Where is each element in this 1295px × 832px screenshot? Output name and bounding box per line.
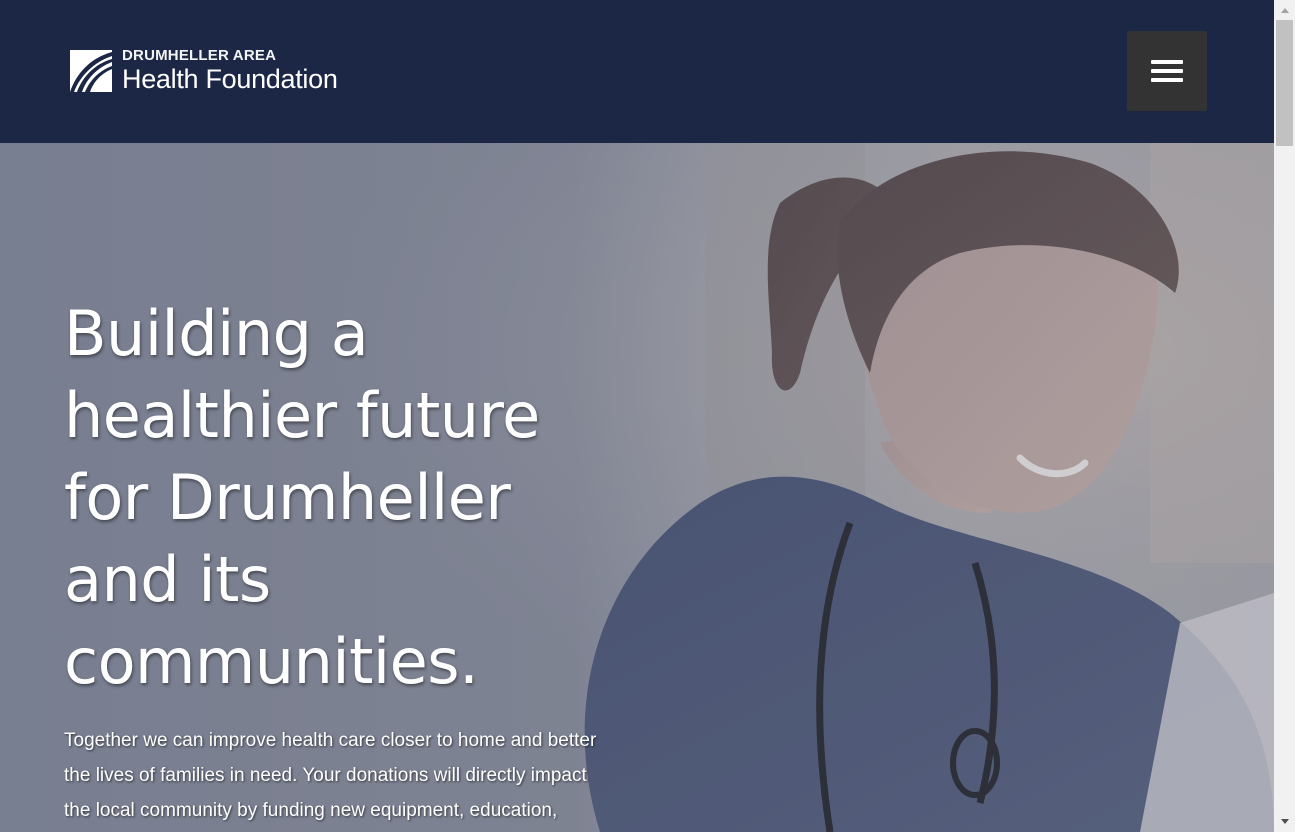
hero-content: Building a healthier future for Drumhell…	[64, 293, 624, 832]
vertical-scrollbar[interactable]	[1274, 0, 1295, 832]
logo-swoosh-icon	[70, 50, 112, 92]
logo-line-2: Health Foundation	[122, 64, 338, 94]
page: DRUMHELLER AREA Health Foundation Buildi…	[0, 0, 1295, 832]
scroll-down-arrow-icon[interactable]	[1274, 813, 1295, 830]
logo-line-1: DRUMHELLER AREA	[122, 47, 277, 64]
hamburger-icon	[1151, 60, 1183, 82]
site-logo[interactable]: DRUMHELLER AREA Health Foundation	[68, 48, 338, 94]
hero-section: Building a healthier future for Drumhell…	[0, 143, 1274, 832]
hero-heading: Building a healthier future for Drumhell…	[64, 297, 540, 698]
logo-text: DRUMHELLER AREA Health Foundation	[122, 47, 338, 95]
scroll-up-arrow-icon[interactable]	[1274, 2, 1295, 19]
menu-button[interactable]	[1127, 31, 1207, 111]
hero-description: Together we can improve health care clos…	[64, 730, 597, 821]
scrollbar-thumb[interactable]	[1276, 20, 1293, 146]
site-header: DRUMHELLER AREA Health Foundation	[0, 0, 1274, 143]
